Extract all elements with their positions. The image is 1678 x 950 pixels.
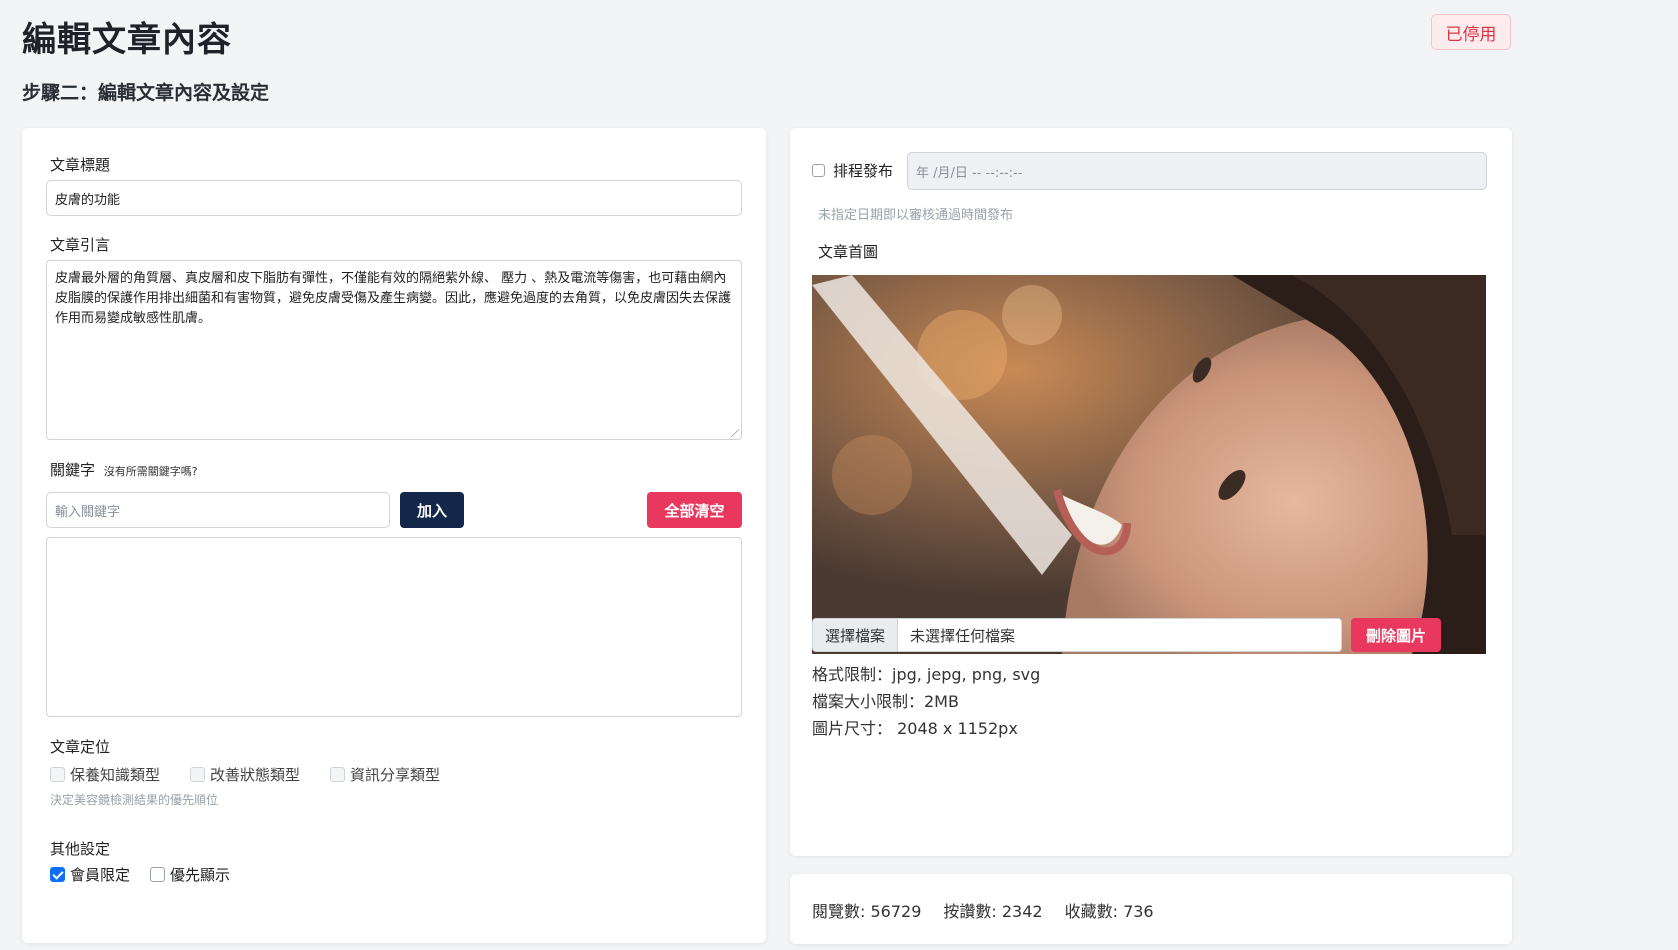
intro-textarea-value: 皮膚最外層的角質層、真皮層和皮下脂肪有彈性，不僅能有效的隔絕紫外線、 壓力 、熱… [55,271,732,326]
positioning-option-2[interactable]: 改善狀態類型 [190,764,300,785]
positioning-help: 決定美容鏡檢測結果的優先順位 [50,793,219,807]
schedule-datetime-placeholder: 年 /月/日 -- --:--:-- [916,165,1023,181]
member-only-checkbox[interactable] [50,867,65,882]
keyword-label: 關鍵字 沒有所需關鍵字嗎? [50,459,198,480]
title-input[interactable]: 皮膚的功能 [46,180,742,216]
article-form-card: 文章標題 皮膚的功能 文章引言 皮膚最外層的角質層、真皮層和皮下脂肪有彈性，不僅… [22,128,766,943]
step-title: 步驟二：編輯文章內容及設定 [22,82,270,104]
format-limit-text: 格式限制：jpg, jepg, png, svg [812,665,1041,684]
priority-display-option[interactable]: 優先顯示 [150,864,230,885]
publish-settings-card: 排程發布 年 /月/日 -- --:--:-- 未指定日期即以審核通過時間發布 … [790,128,1512,856]
cover-image-label: 文章首圖 [818,243,879,261]
schedule-checkbox[interactable] [812,164,825,177]
delete-image-button[interactable]: 刪除圖片 [1351,618,1441,652]
keyword-hint-link[interactable]: 沒有所需關鍵字嗎? [104,465,198,478]
schedule-datetime-input[interactable]: 年 /月/日 -- --:--:-- [907,152,1487,190]
status-badge: 已停用 [1431,14,1511,50]
positioning-option-label: 改善狀態類型 [210,766,301,784]
resize-grip-icon[interactable] [731,429,739,437]
positioning-checkbox[interactable] [50,767,65,782]
schedule-option[interactable]: 排程發布 [812,160,893,181]
intro-label: 文章引言 [50,236,111,254]
positioning-checkbox[interactable] [190,767,205,782]
schedule-help: 未指定日期即以審核通過時間發布 [818,208,1014,223]
keyword-input-placeholder: 輸入關鍵字 [55,504,121,520]
title-input-value: 皮膚的功能 [55,192,121,208]
keyword-label-text: 關鍵字 [50,461,96,479]
stats-card: 閱覽數: 56729 按讚數: 2342 收藏數: 736 [790,874,1512,944]
size-limit-text: 檔案大小限制：2MB [812,692,959,711]
other-settings-label: 其他設定 [50,840,111,858]
priority-display-label: 優先顯示 [170,866,231,884]
positioning-option-label: 保養知識類型 [70,766,161,784]
file-input-group[interactable]: 選擇檔案 未選擇任何檔案 [812,618,1342,652]
image-size-text: 圖片尺寸： 2048 x 1152px [812,719,1018,738]
choose-file-button[interactable]: 選擇檔案 [813,619,899,651]
file-name-text: 未選擇任何檔案 [910,626,1016,645]
likes-count: 按讚數: 2342 [943,902,1043,921]
title-label: 文章標題 [50,156,111,174]
positioning-option-label: 資訊分享類型 [350,766,441,784]
member-only-option[interactable]: 會員限定 [50,864,130,885]
positioning-checkbox[interactable] [330,767,345,782]
favorites-count: 收藏數: 736 [1064,902,1154,921]
priority-display-checkbox[interactable] [150,867,165,882]
cover-image [812,275,1486,654]
clear-all-button[interactable]: 全部清空 [647,492,742,528]
views-count: 閱覽數: 56729 [812,902,922,921]
page-title: 編輯文章內容 [22,20,232,60]
add-keyword-button[interactable]: 加入 [400,492,464,528]
member-only-label: 會員限定 [70,866,131,884]
schedule-label: 排程發布 [833,162,894,180]
positioning-label: 文章定位 [50,738,111,756]
stats-row: 閱覽數: 56729 按讚數: 2342 收藏數: 736 [812,898,1154,922]
positioning-option-3[interactable]: 資訊分享類型 [330,764,440,785]
keyword-list-area[interactable] [46,537,742,717]
keyword-input[interactable]: 輸入關鍵字 [46,492,390,528]
cover-photo-illustration [812,275,1486,654]
positioning-option-1[interactable]: 保養知識類型 [50,764,160,785]
intro-textarea[interactable]: 皮膚最外層的角質層、真皮層和皮下脂肪有彈性，不僅能有效的隔絕紫外線、 壓力 、熱… [46,260,742,440]
